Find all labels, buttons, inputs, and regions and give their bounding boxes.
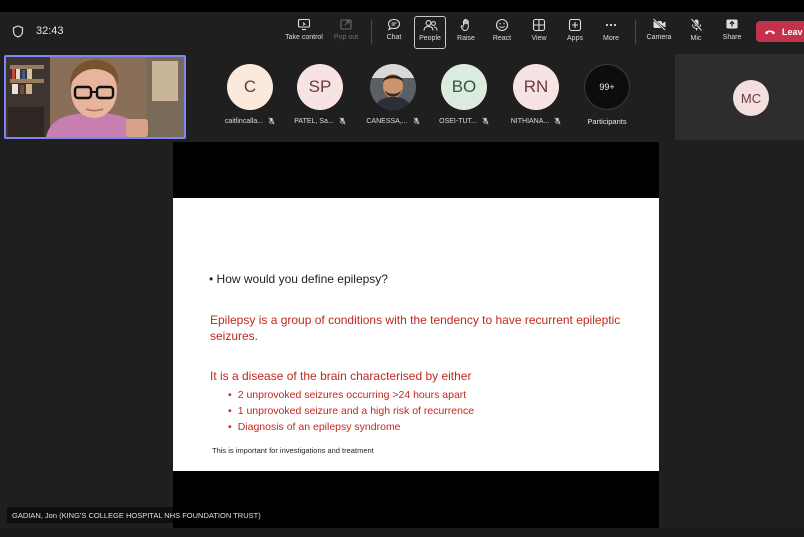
participants-label: Participants bbox=[587, 117, 627, 126]
mic-muted-icon bbox=[268, 117, 275, 125]
react-button[interactable]: React bbox=[488, 16, 516, 49]
participant-name: OSEI-TUT... bbox=[439, 117, 477, 125]
slide-bullet-list: 2 unprovoked seizures occurring >24 hour… bbox=[228, 387, 474, 435]
participant-tile[interactable]: SP PATEL, Sa... bbox=[289, 64, 351, 125]
slide-question: • How would you define epilepsy? bbox=[209, 272, 388, 286]
mic-muted-icon bbox=[413, 117, 420, 125]
participant-tile[interactable]: C caitlincalla... bbox=[219, 64, 281, 125]
slide-bullet: 1 unprovoked seizure and a high risk of … bbox=[228, 403, 474, 419]
window-top-edge bbox=[0, 0, 804, 12]
view-label: View bbox=[531, 35, 547, 42]
toolbar-divider bbox=[635, 20, 636, 44]
participant-tile[interactable]: CANESSA,... bbox=[362, 64, 424, 125]
chat-button[interactable]: Chat bbox=[380, 16, 408, 49]
participant-name: PATEL, Sa... bbox=[294, 117, 334, 125]
participant-name: caitlincalla... bbox=[224, 117, 264, 125]
mic-label: Mic bbox=[690, 35, 702, 42]
view-button[interactable]: View bbox=[525, 16, 553, 49]
share-button[interactable]: Share bbox=[718, 16, 746, 49]
apps-button[interactable]: Apps bbox=[561, 16, 589, 49]
participant-tile[interactable]: BO OSEI-TUT... bbox=[433, 64, 495, 125]
chat-icon bbox=[387, 18, 401, 31]
slide-bullet: Diagnosis of an epilepsy syndrome bbox=[228, 419, 474, 435]
chat-label: Chat bbox=[386, 34, 402, 41]
camera-button[interactable]: Camera bbox=[644, 16, 674, 49]
slide-note: This is important for investigations and… bbox=[212, 446, 374, 455]
camera-label: Camera bbox=[646, 34, 672, 41]
mic-muted-icon bbox=[554, 117, 561, 125]
leave-label: Leav bbox=[782, 26, 803, 37]
participant-name-row: NITHIANA... bbox=[511, 117, 562, 125]
participant-avatar: MC bbox=[733, 80, 769, 116]
participants-overflow-button[interactable]: 99+ Participants bbox=[576, 64, 638, 126]
take-control-icon bbox=[297, 18, 311, 31]
slide-lead: It is a disease of the brain characteris… bbox=[210, 369, 472, 383]
participant-photo-image bbox=[370, 64, 416, 110]
participant-avatar: BO bbox=[441, 64, 487, 110]
overflow-count: 99+ bbox=[584, 64, 630, 110]
meeting-timer: 32:43 bbox=[36, 25, 64, 37]
participant-tile[interactable]: RN NITHIANA... bbox=[505, 64, 567, 125]
slide-definition: Epilepsy is a group of conditions with t… bbox=[210, 313, 621, 343]
participant-avatar: RN bbox=[513, 64, 559, 110]
phone-hangup-icon bbox=[765, 29, 775, 34]
leave-button[interactable]: Leav bbox=[756, 21, 804, 42]
hand-icon bbox=[460, 18, 469, 32]
presenter-video bbox=[4, 55, 186, 139]
apps-label: Apps bbox=[567, 35, 583, 42]
people-icon bbox=[422, 20, 437, 31]
share-icon bbox=[726, 19, 738, 29]
react-label: React bbox=[492, 35, 512, 42]
slide-bullet: 2 unprovoked seizures occurring >24 hour… bbox=[228, 387, 474, 403]
presenter-video-frame bbox=[6, 57, 184, 137]
camera-off-icon bbox=[652, 18, 666, 31]
presentation-slide: • How would you define epilepsy? Epileps… bbox=[173, 198, 659, 471]
mic-button[interactable]: Mic bbox=[683, 16, 709, 49]
plus-box-icon bbox=[568, 18, 582, 32]
people-label: People bbox=[419, 35, 441, 42]
meeting-toolbar: 32:43 Take control Pop out Chat People R… bbox=[0, 12, 804, 52]
participant-name: CANESSA,... bbox=[366, 117, 408, 125]
more-label: More bbox=[603, 35, 619, 42]
share-label: Share bbox=[722, 34, 742, 41]
raise-hand-button[interactable]: Raise bbox=[452, 16, 480, 49]
window-bottom-edge bbox=[0, 528, 804, 537]
pop-out-label: Pop out bbox=[333, 34, 359, 41]
participant-avatar: SP bbox=[297, 64, 343, 110]
presenter-name-tag: GADIAN, Jon (KING'S COLLEGE HOSPITAL NHS… bbox=[7, 507, 266, 523]
participant-name: NITHIANA... bbox=[510, 117, 550, 125]
pop-out-icon bbox=[340, 19, 352, 30]
grid-icon bbox=[532, 18, 546, 32]
raise-label: Raise bbox=[457, 35, 475, 42]
mic-muted-icon bbox=[339, 117, 346, 125]
pop-out-button[interactable]: Pop out bbox=[330, 16, 362, 49]
side-participant-panel[interactable]: MC bbox=[675, 54, 804, 140]
participant-avatar: C bbox=[227, 64, 273, 110]
take-control-button[interactable]: Take control bbox=[282, 16, 326, 49]
mic-muted-icon bbox=[482, 117, 489, 125]
participant-name-row: caitlincalla... bbox=[225, 117, 275, 125]
smiley-icon bbox=[495, 18, 509, 32]
people-button[interactable]: People bbox=[414, 16, 446, 49]
mic-off-icon bbox=[690, 18, 702, 32]
participant-name-row: CANESSA,... bbox=[366, 117, 420, 125]
ellipsis-icon bbox=[605, 23, 617, 27]
take-control-label: Take control bbox=[285, 34, 323, 41]
more-button[interactable]: More bbox=[597, 16, 625, 49]
participant-name-row: PATEL, Sa... bbox=[294, 117, 346, 125]
toolbar-divider bbox=[371, 20, 372, 44]
shield-icon bbox=[12, 25, 24, 38]
participant-name-row: OSEI-TUT... bbox=[439, 117, 489, 125]
participant-photo bbox=[370, 64, 416, 110]
